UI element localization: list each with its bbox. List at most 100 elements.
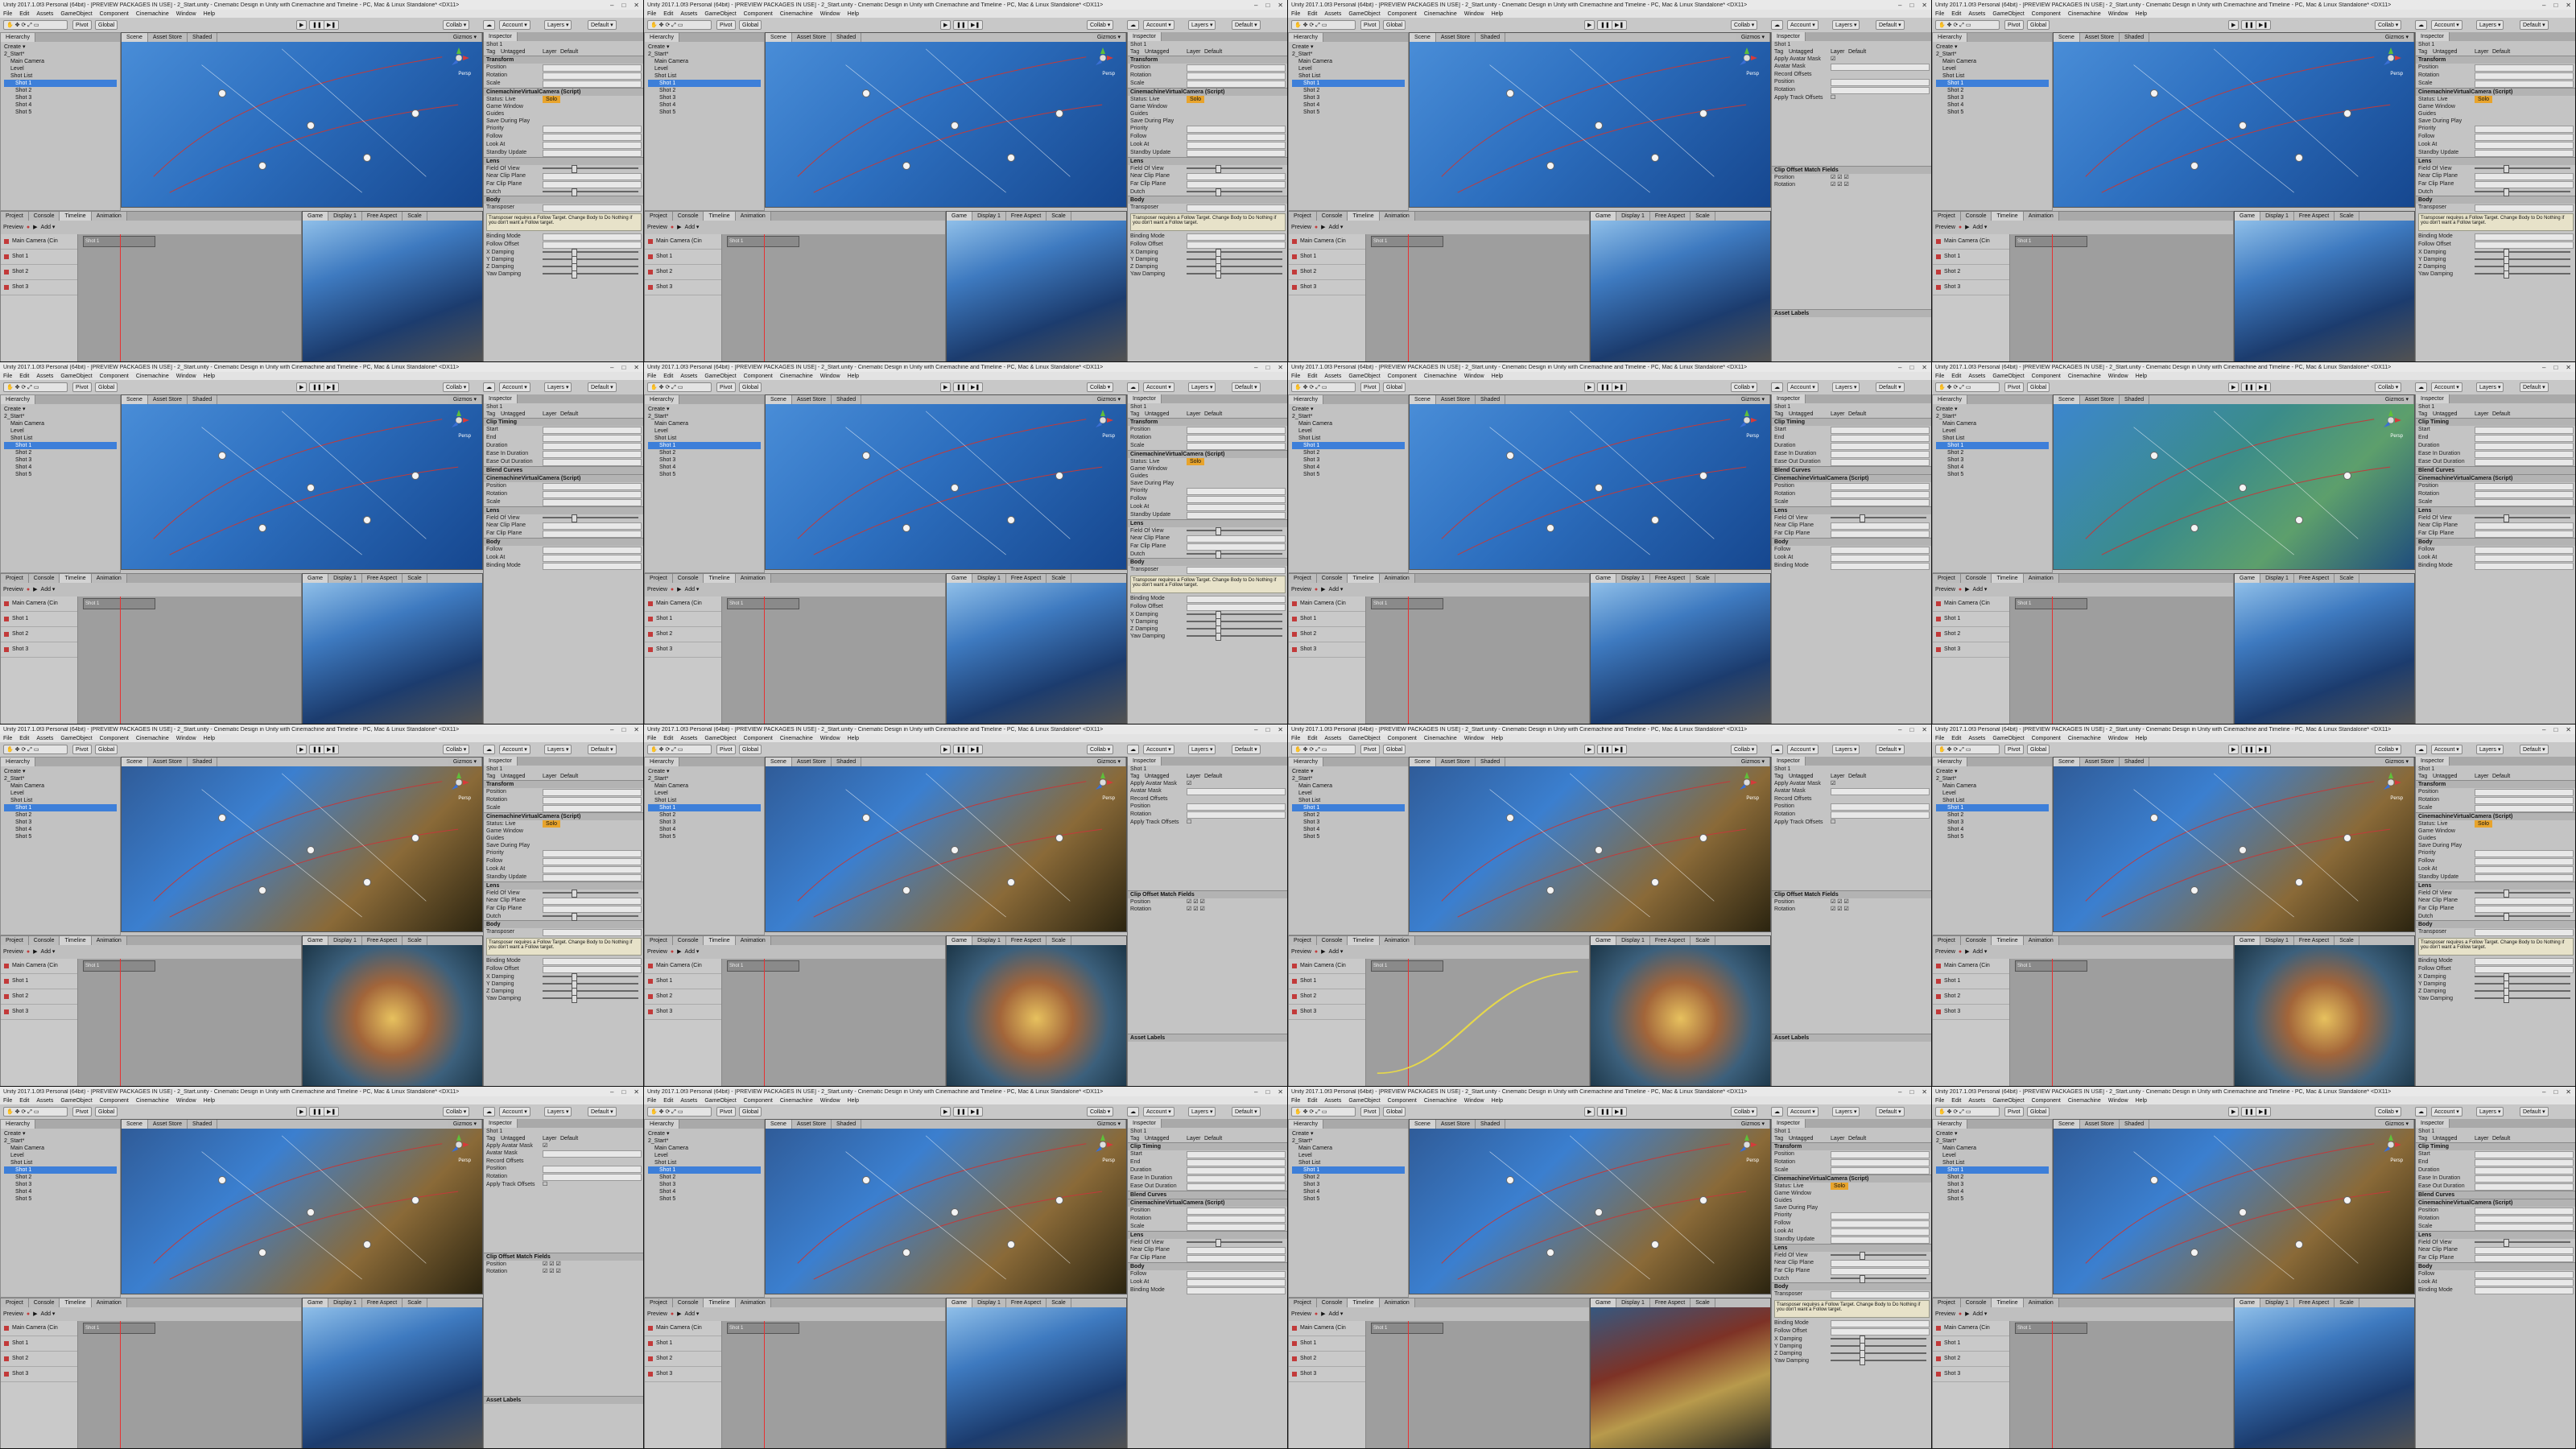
- hierarchy-item[interactable]: Shot 5: [648, 1195, 761, 1203]
- collab-dropdown[interactable]: Collab ▾: [2375, 20, 2402, 30]
- game-view[interactable]: Game Display 1 Free Aspect Scale: [2234, 935, 2415, 1086]
- timeline-track[interactable]: Shot 1: [1, 1336, 77, 1352]
- record-icon[interactable]: ●: [1959, 949, 1962, 955]
- layer-dropdown[interactable]: Default: [1204, 1135, 1222, 1142]
- create-dropdown[interactable]: Create ▾: [4, 1130, 117, 1137]
- tag-dropdown[interactable]: Untagged: [1145, 1135, 1187, 1142]
- record-icon[interactable]: ●: [27, 587, 30, 592]
- scale-slider-label[interactable]: Scale: [402, 212, 427, 221]
- tag-dropdown[interactable]: Untagged: [1789, 1135, 1831, 1142]
- tab-hierarchy[interactable]: Hierarchy: [1289, 1120, 1323, 1129]
- hierarchy-item[interactable]: Shot List: [1936, 72, 2049, 80]
- menu-edit[interactable]: Edit: [663, 374, 673, 379]
- layers-dropdown[interactable]: Layers ▾: [1832, 382, 1860, 392]
- timeline-track[interactable]: Main Camera (Cin: [1933, 234, 2009, 250]
- create-dropdown[interactable]: Create ▾: [1292, 43, 1405, 51]
- step-button[interactable]: ▶❚: [324, 1107, 340, 1117]
- timeline-clip[interactable]: Shot 1: [2015, 236, 2087, 247]
- timeline-clip[interactable]: Shot 1: [83, 1323, 155, 1334]
- layer-dropdown[interactable]: Default: [1204, 773, 1222, 780]
- timeline-track[interactable]: Shot 2: [1, 1352, 77, 1367]
- body-header[interactable]: Body: [1772, 538, 1931, 546]
- scale-slider-label[interactable]: Scale: [402, 1298, 427, 1307]
- menu-window[interactable]: Window: [1464, 11, 1484, 17]
- tab-animation[interactable]: Animation: [1379, 212, 1415, 221]
- hierarchy-item[interactable]: Shot 4: [1936, 826, 2049, 833]
- hierarchy-item[interactable]: Main Camera: [4, 420, 117, 427]
- transform-tools[interactable]: ✋ ✥ ⟳ ⤢ ▭: [3, 20, 68, 30]
- hierarchy-item[interactable]: Shot 4: [1292, 464, 1405, 471]
- menu-file[interactable]: File: [1935, 736, 1944, 741]
- hierarchy-item[interactable]: Shot 3: [648, 819, 761, 826]
- tab-console[interactable]: Console: [1960, 936, 1992, 945]
- menu-edit[interactable]: Edit: [663, 11, 673, 17]
- menu-help[interactable]: Help: [848, 11, 859, 17]
- cloud-icon[interactable]: ☁: [2415, 745, 2427, 754]
- pivot-toggle[interactable]: Pivot: [1360, 1107, 1380, 1117]
- tab-game[interactable]: Game: [2235, 936, 2261, 945]
- add-track-dropdown[interactable]: Add ▾: [1329, 224, 1344, 230]
- maximize-button[interactable]: □: [2553, 1088, 2557, 1096]
- hierarchy-item[interactable]: Shot 1: [1292, 80, 1405, 87]
- virtual-camera-icon[interactable]: [1699, 109, 1707, 118]
- timeline-track[interactable]: Main Camera (Cin: [1, 959, 77, 974]
- pause-button[interactable]: ❚❚: [953, 745, 969, 754]
- create-dropdown[interactable]: Create ▾: [1936, 43, 2049, 51]
- game-view[interactable]: Game Display 1 Free Aspect Scale: [946, 573, 1127, 724]
- virtual-camera-icon[interactable]: [1651, 1241, 1659, 1249]
- menu-component[interactable]: Component: [744, 374, 773, 379]
- layers-dropdown[interactable]: Layers ▾: [1188, 382, 1216, 392]
- transform-header[interactable]: Transform: [1128, 418, 1287, 426]
- vcam-header[interactable]: CinemachineVirtualCamera (Script): [484, 812, 643, 820]
- tab-hierarchy[interactable]: Hierarchy: [1, 1120, 35, 1129]
- tab-hierarchy[interactable]: Hierarchy: [645, 33, 679, 42]
- hierarchy-item[interactable]: Main Camera: [1936, 1145, 2049, 1152]
- scale-slider-label[interactable]: Scale: [2334, 574, 2359, 583]
- layers-dropdown[interactable]: Layers ▾: [544, 20, 572, 30]
- menu-edit[interactable]: Edit: [1307, 1098, 1317, 1104]
- step-button[interactable]: ▶❚: [968, 20, 984, 30]
- vcam-header[interactable]: CinemachineVirtualCamera (Script): [2416, 1199, 2575, 1207]
- layout-dropdown[interactable]: Default ▾: [588, 1107, 617, 1117]
- layer-dropdown[interactable]: Default: [2492, 1135, 2510, 1142]
- tab-hierarchy[interactable]: Hierarchy: [1289, 33, 1323, 42]
- virtual-camera-icon[interactable]: [2239, 484, 2247, 492]
- minimize-button[interactable]: –: [1254, 726, 1257, 733]
- checkbox-icon[interactable]: ☐: [1187, 819, 1191, 826]
- game-view[interactable]: Game Display 1 Free Aspect Scale: [2234, 573, 2415, 724]
- close-button[interactable]: ✕: [1922, 1088, 1927, 1096]
- play-button[interactable]: ▶: [1584, 382, 1596, 392]
- collab-dropdown[interactable]: Collab ▾: [1731, 1107, 1758, 1117]
- timeline-track[interactable]: Shot 1: [1289, 974, 1365, 989]
- display-dropdown[interactable]: Display 1: [2260, 212, 2294, 221]
- object-name[interactable]: Shot 1: [2418, 41, 2475, 48]
- transform-header[interactable]: Transform: [1772, 1142, 1931, 1150]
- menu-edit[interactable]: Edit: [1307, 374, 1317, 379]
- maximize-button[interactable]: □: [1909, 726, 1913, 733]
- clip-timing-header[interactable]: Clip Timing: [484, 418, 643, 426]
- timeline-clip[interactable]: Shot 1: [2015, 960, 2087, 972]
- object-name[interactable]: Shot 1: [1774, 403, 1831, 411]
- tab-project[interactable]: Project: [1, 1298, 29, 1307]
- timeline-playhead[interactable]: [1408, 234, 1409, 361]
- scene-view[interactable]: Scene Asset Store Shaded Gizmos ▾ Persp: [1409, 1119, 1771, 1294]
- timeline-track[interactable]: Shot 1: [1289, 612, 1365, 627]
- hierarchy-item[interactable]: Main Camera: [1292, 58, 1405, 65]
- virtual-camera-icon[interactable]: [411, 834, 419, 842]
- hierarchy-item[interactable]: Level: [1936, 790, 2049, 797]
- hierarchy-item[interactable]: Shot 3: [1292, 456, 1405, 464]
- timeline-playhead[interactable]: [120, 1321, 121, 1448]
- menu-edit[interactable]: Edit: [19, 11, 29, 17]
- cloud-icon[interactable]: ☁: [1771, 1107, 1783, 1117]
- tab-console[interactable]: Console: [672, 212, 704, 221]
- minimize-button[interactable]: –: [1254, 2, 1257, 9]
- hierarchy-item[interactable]: Shot 1: [1936, 1166, 2049, 1174]
- clip-timing-header[interactable]: Clip Timing: [1772, 418, 1931, 426]
- tab-project[interactable]: Project: [645, 1298, 673, 1307]
- play-button[interactable]: ▶: [2228, 20, 2240, 30]
- menu-cinemachine[interactable]: Cinemachine: [1424, 1098, 1457, 1104]
- tab-inspector[interactable]: Inspector: [2416, 32, 2450, 41]
- layout-dropdown[interactable]: Default ▾: [2520, 745, 2549, 754]
- hierarchy-item[interactable]: Shot 4: [1936, 464, 2049, 471]
- add-track-dropdown[interactable]: Add ▾: [685, 948, 700, 955]
